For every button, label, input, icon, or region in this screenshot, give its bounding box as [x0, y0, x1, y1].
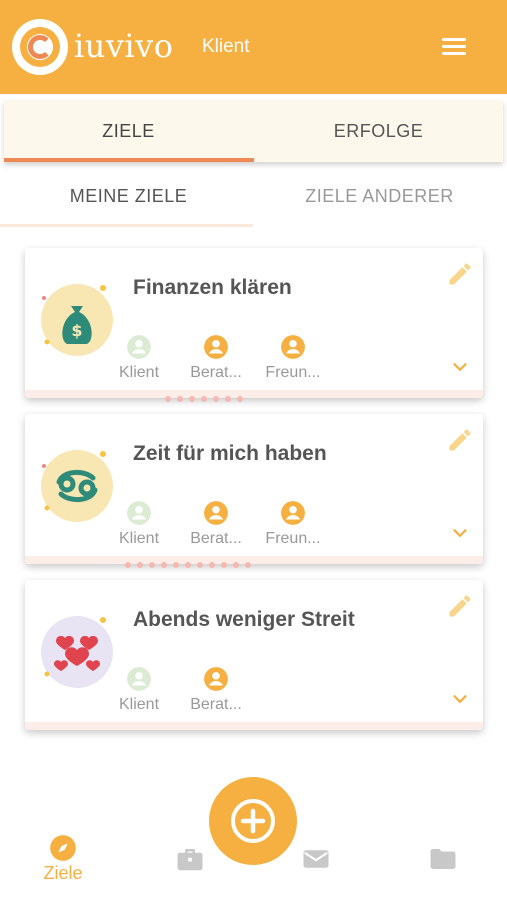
mail-icon: [303, 850, 329, 868]
main-tabs: ZIELE ERFOLGE: [4, 100, 503, 162]
user-circle-icon: [204, 335, 228, 359]
participant-label: Berat...: [190, 530, 242, 547]
participant-freund[interactable]: Freun...: [259, 334, 327, 383]
hearts-icon: [41, 616, 113, 688]
user-role: Klient: [202, 36, 250, 57]
goal-card[interactable]: Zeit für mich haben Klient Berat... Freu…: [25, 414, 483, 568]
compass-icon: [50, 835, 76, 861]
chevron-down-icon[interactable]: [449, 688, 471, 710]
user-circle-icon: [127, 667, 151, 691]
progress-dots: [165, 389, 249, 402]
tab-ziele[interactable]: ZIELE: [4, 100, 253, 162]
participant-berater[interactable]: Berat...: [182, 500, 250, 549]
add-goal-button[interactable]: [209, 777, 297, 865]
edit-pencil-icon[interactable]: [446, 592, 474, 620]
goal-title: Abends weniger Streit: [133, 608, 355, 631]
user-circle-icon: [204, 667, 228, 691]
participant-klient[interactable]: Klient: [105, 500, 173, 549]
participant-berater[interactable]: Berat...: [182, 334, 250, 383]
svg-text:$: $: [71, 321, 82, 340]
subtab-meine-ziele[interactable]: MEINE ZIELE: [2, 178, 255, 218]
participant-label: Klient: [118, 530, 160, 547]
money-bag-icon: $: [41, 284, 113, 356]
add-icon: [231, 799, 275, 843]
tab-erfolge[interactable]: ERFOLGE: [254, 100, 503, 162]
participant-klient[interactable]: Klient: [105, 666, 173, 715]
subtab-ziele-anderer[interactable]: ZIELE ANDERER: [253, 178, 506, 218]
folder-icon: [430, 849, 456, 869]
goal-title: Zeit für mich haben: [133, 442, 327, 465]
participant-label: Berat...: [190, 364, 242, 381]
user-circle-icon: [127, 501, 151, 525]
participant-klient[interactable]: Klient: [105, 334, 173, 383]
participant-berater[interactable]: Berat...: [182, 666, 250, 715]
user-circle-icon: [281, 501, 305, 525]
progress-dots: [125, 555, 257, 568]
brand-name: iuvivo: [74, 27, 174, 65]
nav-ziele[interactable]: Ziele: [33, 834, 93, 884]
participant-label: Freun...: [265, 364, 321, 381]
goal-card[interactable]: $ Finanzen klären Klient Berat... Freun.…: [25, 248, 483, 402]
participant-label: Klient: [118, 364, 160, 381]
hamburger-menu-icon[interactable]: [440, 36, 468, 58]
active-subtab-indicator: [0, 224, 253, 227]
edit-pencil-icon[interactable]: [446, 426, 474, 454]
nav-folder[interactable]: [413, 844, 473, 874]
goal-title: Finanzen klären: [133, 276, 292, 299]
user-circle-icon: [281, 335, 305, 359]
progress-strip: [25, 722, 483, 730]
user-circle-icon: [127, 335, 151, 359]
briefcase-icon: [177, 849, 203, 871]
chevron-down-icon[interactable]: [449, 356, 471, 378]
nav-label: Ziele: [43, 863, 83, 883]
user-circle-icon: [204, 501, 228, 525]
edit-pencil-icon[interactable]: [446, 260, 474, 288]
goal-card[interactable]: Abends weniger Streit Klient Berat...: [25, 580, 483, 730]
participant-label: Berat...: [190, 696, 242, 713]
participant-freund[interactable]: Freun...: [259, 500, 327, 549]
logo-icon: [12, 19, 68, 75]
app-header: iuvivo Klient: [0, 0, 507, 94]
participant-label: Freun...: [265, 530, 321, 547]
participant-label: Klient: [118, 696, 160, 713]
cancer-zodiac-icon: [41, 450, 113, 522]
progress-strip: [25, 390, 483, 398]
active-tab-indicator: [4, 158, 254, 162]
chevron-down-icon[interactable]: [449, 522, 471, 544]
